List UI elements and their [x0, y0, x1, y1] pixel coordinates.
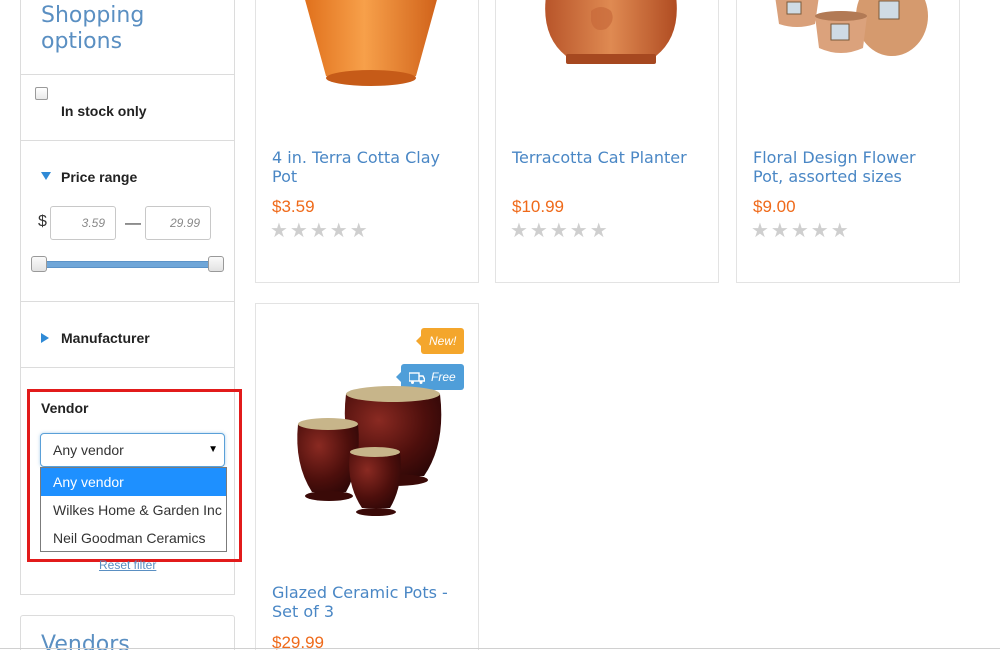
price-max-input[interactable]: 29.99	[145, 206, 211, 240]
free-label: Free	[431, 370, 456, 384]
product-name-link[interactable]: Floral Design Flower Pot, assorted sizes	[753, 148, 948, 186]
page-bottom-divider	[0, 648, 1000, 649]
highlight-box	[27, 389, 242, 562]
product-name-link[interactable]: Glazed Ceramic Pots - Set of 3	[272, 583, 462, 621]
product-card[interactable]: New! Free Glazed Ceramic Pots - Set of 3…	[255, 303, 479, 650]
product-price: $9.00	[753, 197, 796, 216]
product-card[interactable]: Terracotta Cat Planter $10.99 ★★★★★	[495, 0, 719, 283]
product-image[interactable]	[294, 384, 444, 524]
product-image[interactable]	[536, 0, 686, 76]
truck-icon	[409, 372, 425, 384]
product-card[interactable]: Floral Design Flower Pot, assorted sizes…	[736, 0, 960, 283]
price-range-toggle[interactable]: Price range	[61, 169, 137, 185]
divider	[21, 74, 234, 75]
product-image[interactable]	[296, 0, 446, 91]
divider	[21, 301, 234, 302]
expand-down-icon[interactable]	[41, 172, 51, 180]
product-price: $3.59	[272, 197, 315, 216]
rating-stars[interactable]: ★★★★★	[270, 218, 370, 243]
reset-filter-link[interactable]: Reset filter	[99, 558, 156, 572]
expand-right-icon[interactable]	[41, 333, 49, 343]
shopping-options-title: Shopping options	[41, 3, 145, 54]
new-badge: New!	[415, 328, 465, 354]
product-name-link[interactable]: 4 in. Terra Cotta Clay Pot	[272, 148, 462, 186]
product-price: $10.99	[512, 197, 564, 216]
product-image[interactable]	[767, 0, 932, 61]
in-stock-checkbox[interactable]	[35, 87, 48, 100]
range-separator: —	[125, 215, 141, 232]
rating-stars[interactable]: ★★★★★	[510, 218, 610, 243]
currency-symbol: $	[38, 213, 47, 230]
product-card[interactable]: 4 in. Terra Cotta Clay Pot $3.59 ★★★★★	[255, 0, 479, 283]
divider	[21, 367, 234, 368]
vendors-panel: Vendors	[20, 615, 235, 650]
price-min-input[interactable]: 3.59	[50, 206, 116, 240]
rating-stars[interactable]: ★★★★★	[751, 218, 851, 243]
manufacturer-toggle[interactable]: Manufacturer	[61, 330, 150, 346]
slider-min-handle[interactable]	[31, 256, 47, 272]
slider-max-handle[interactable]	[208, 256, 224, 272]
product-name-link[interactable]: Terracotta Cat Planter	[512, 148, 702, 167]
price-range-slider[interactable]	[38, 261, 216, 268]
divider	[21, 140, 234, 141]
in-stock-label: In stock only	[61, 103, 147, 119]
